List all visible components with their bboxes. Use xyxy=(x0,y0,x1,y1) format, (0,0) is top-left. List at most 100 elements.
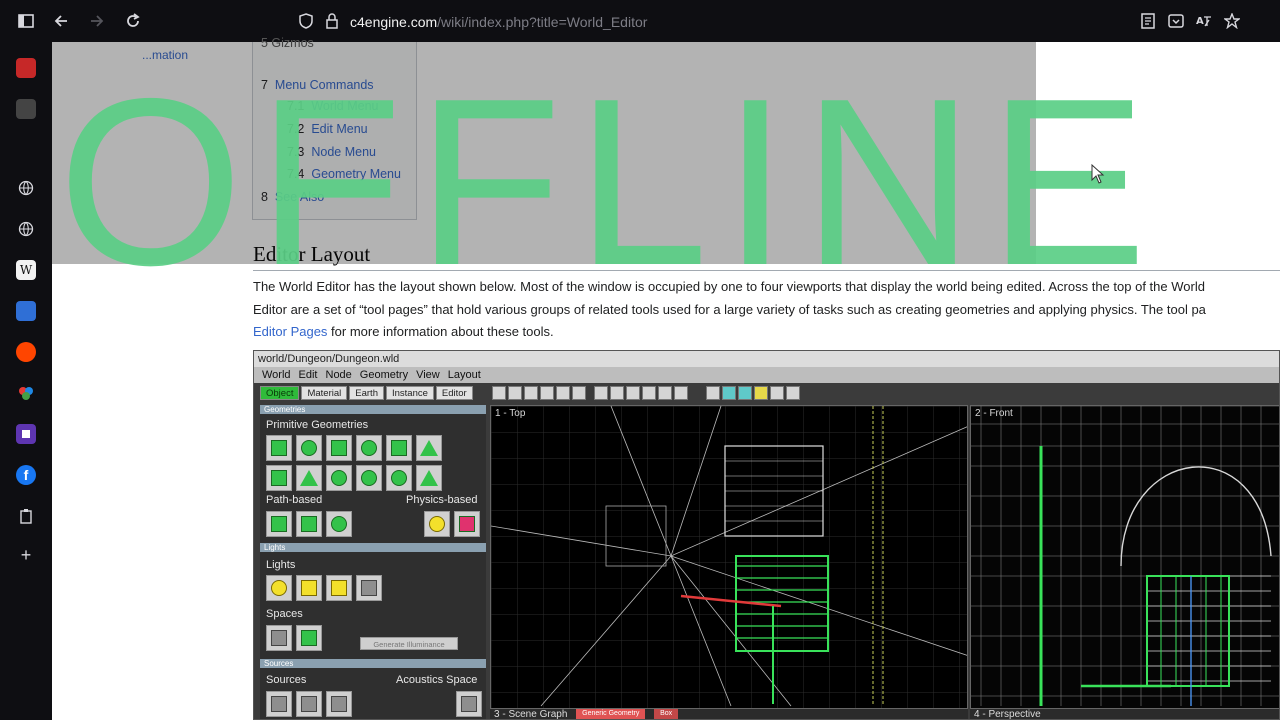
clipboard-icon[interactable] xyxy=(16,506,36,526)
section-bar-geometries: Geometries xyxy=(260,405,486,414)
section-bar-sources: Sources xyxy=(260,659,486,668)
space-green-tool xyxy=(296,625,322,651)
menu-world: World xyxy=(262,369,291,381)
tube-tool xyxy=(386,465,412,491)
rope-tool xyxy=(424,511,450,537)
tool-icon xyxy=(540,386,554,400)
box-tool xyxy=(266,435,292,461)
sources-label: Sources xyxy=(266,674,307,686)
offline-overlay: OFFLINE xyxy=(52,42,1147,302)
tab-object: Object xyxy=(260,386,300,400)
cube-tool xyxy=(386,435,412,461)
globe-icon[interactable] xyxy=(16,219,36,239)
tool-icon xyxy=(508,386,522,400)
editor-tool-tabs: Object Material Earth Instance Editor xyxy=(260,386,473,400)
mouse-cursor-icon xyxy=(1091,164,1105,184)
youtube-icon[interactable] xyxy=(16,58,36,78)
app-purple-icon[interactable] xyxy=(16,424,36,444)
tool-panel: Geometries Primitive Geometries Path-bas… xyxy=(260,405,486,719)
translate-icon[interactable]: A xyxy=(1194,11,1214,31)
scene-node-chip: Box xyxy=(654,709,679,719)
pyramid-tool xyxy=(416,435,442,461)
tool-icon xyxy=(722,386,736,400)
revolution-tool xyxy=(326,511,352,537)
editor-pages-link[interactable]: Editor Pages xyxy=(253,324,327,339)
cylinder-tool xyxy=(266,465,292,491)
wireframe-front-view xyxy=(971,406,1279,708)
lock-icon[interactable] xyxy=(322,11,342,31)
section-bar-lights: Lights xyxy=(260,543,486,552)
globe-icon[interactable] xyxy=(16,178,36,198)
music-source-tool xyxy=(266,691,292,717)
add-panel-icon[interactable]: + xyxy=(16,545,36,565)
menu-geometry: Geometry xyxy=(359,369,409,381)
pocket-save-icon[interactable] xyxy=(1166,11,1186,31)
dome-tool xyxy=(356,465,382,491)
reload-icon[interactable] xyxy=(123,11,143,31)
back-icon[interactable] xyxy=(51,11,71,31)
photos-icon[interactable] xyxy=(16,383,36,403)
cloth-tool xyxy=(454,511,480,537)
physics-based-label: Physics-based xyxy=(406,494,478,506)
tool-icon xyxy=(524,386,538,400)
path-tool xyxy=(266,511,292,537)
tab-editor: Editor xyxy=(435,386,473,400)
spot-light-tool xyxy=(296,575,322,601)
torus-tool xyxy=(356,435,382,461)
point-light-tool xyxy=(266,575,292,601)
menu-layout: Layout xyxy=(447,369,481,381)
tab-earth: Earth xyxy=(349,386,384,400)
forward-icon[interactable] xyxy=(87,11,107,31)
spaces-label: Spaces xyxy=(266,608,303,620)
acoustics-space-label: Acoustics Space xyxy=(396,674,478,686)
viewport-perspective-bar: 4 - Perspective xyxy=(970,709,1279,719)
tool-icon xyxy=(642,386,656,400)
cone-tool xyxy=(296,465,322,491)
space-tool xyxy=(266,625,292,651)
address-bar[interactable]: c4engine.com/wiki/index.php?title=World_… xyxy=(350,8,1180,36)
reader-view-icon[interactable] xyxy=(1138,11,1158,31)
extrusion-tool xyxy=(296,511,322,537)
viewport-label: 3 - Scene Graph xyxy=(494,709,568,720)
scene-node-chip: Generic Geometry xyxy=(576,709,646,719)
acoustics-space-tool xyxy=(456,691,482,717)
tool-icon xyxy=(658,386,672,400)
tool-icon xyxy=(770,386,784,400)
reddit-icon[interactable] xyxy=(16,342,36,362)
editor-screenshot: world/Dungeon/Dungeon.wld World Edit Nod… xyxy=(253,350,1280,720)
browser-window: c4engine.com/wiki/index.php?title=World_… xyxy=(0,0,1280,720)
paragraph-text: for more information about these tools. xyxy=(327,324,554,339)
viewport-scene-graph-bar: 3 - Scene Graph Generic Geometry Box xyxy=(490,709,968,720)
translate-app-icon[interactable] xyxy=(16,301,36,321)
flashlight-tool xyxy=(356,575,382,601)
tab-instance: Instance xyxy=(385,386,434,400)
lights-label: Lights xyxy=(266,559,296,571)
geosphere-tool xyxy=(326,465,352,491)
primitive-geometries-label: Primitive Geometries xyxy=(266,419,369,431)
menu-edit: Edit xyxy=(298,369,318,381)
tool-icon xyxy=(786,386,800,400)
shield-icon[interactable] xyxy=(296,11,316,31)
browser-toolbar: c4engine.com/wiki/index.php?title=World_… xyxy=(0,0,1280,42)
tool-icon xyxy=(674,386,688,400)
url-domain: c4engine.com xyxy=(350,14,438,30)
facebook-icon[interactable]: f xyxy=(16,465,36,485)
omni-source-tool xyxy=(296,691,322,717)
editor-toolstrip xyxy=(492,386,800,402)
wikipedia-icon[interactable]: W xyxy=(16,260,36,280)
disk-tool xyxy=(326,435,352,461)
generate-illuminance-button: Generate Illuminance xyxy=(360,637,458,650)
sidebar-toggle-icon[interactable] xyxy=(16,11,36,31)
editor-menu-bar: World Edit Node Geometry View Layout xyxy=(254,367,1279,383)
menu-node: Node xyxy=(325,369,352,381)
tool-icon xyxy=(754,386,768,400)
tool-icon xyxy=(738,386,752,400)
tool-icon xyxy=(706,386,720,400)
bookmark-star-icon[interactable] xyxy=(1222,11,1242,31)
sphere-tool xyxy=(296,435,322,461)
svg-text:A: A xyxy=(1196,16,1204,27)
viewport-top: 1 - Top xyxy=(490,405,968,709)
offline-text: OFFLINE xyxy=(58,50,1161,315)
tool-icon xyxy=(572,386,586,400)
app-icon[interactable] xyxy=(16,99,36,119)
